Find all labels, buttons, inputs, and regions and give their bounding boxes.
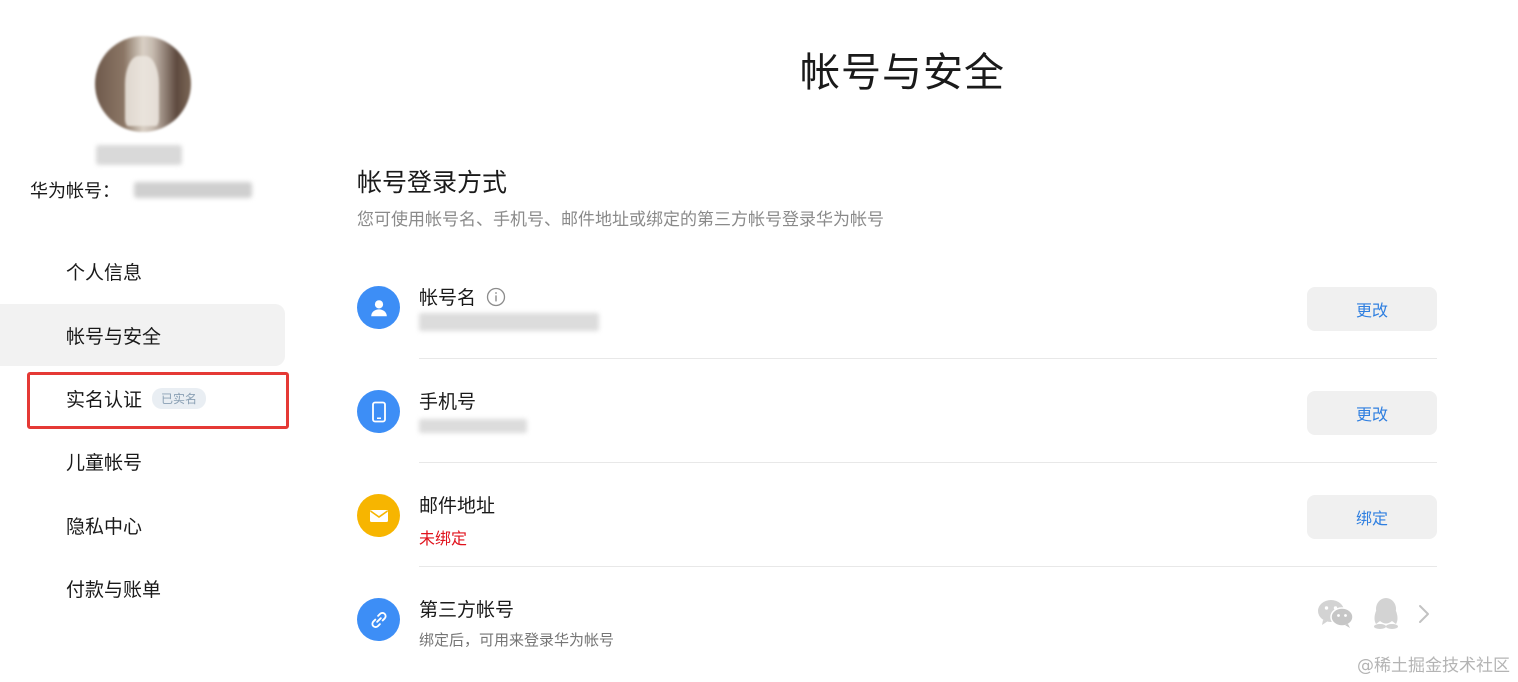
- avatar[interactable]: [95, 36, 191, 132]
- row-title: 帐号名: [419, 283, 506, 310]
- sidebar-item-real-name-verification[interactable]: 实名认证 已实名: [0, 367, 285, 429]
- link-icon: [357, 598, 400, 641]
- sidebar-item-payment-billing[interactable]: 付款与账单: [0, 557, 285, 619]
- sidebar-item-label: 个人信息: [66, 261, 143, 284]
- row-title: 手机号: [419, 387, 476, 414]
- email-unbound-status: 未绑定: [419, 529, 468, 548]
- sidebar-item-label: 儿童帐号: [66, 451, 143, 474]
- login-method-row-phone: 手机号 更改: [357, 359, 1437, 463]
- verified-badge: 已实名: [152, 387, 207, 409]
- change-phone-button[interactable]: 更改: [1307, 391, 1437, 435]
- bind-email-button[interactable]: 绑定: [1307, 495, 1437, 539]
- login-method-row-third-party[interactable]: 第三方帐号 绑定后，可用来登录华为帐号: [357, 567, 1437, 671]
- row-title: 第三方帐号: [419, 595, 514, 622]
- sidebar-item-label: 帐号与安全: [66, 325, 162, 348]
- account-id-redacted: [134, 182, 252, 198]
- page-title: 帐号与安全: [800, 50, 1005, 96]
- row-title-text: 邮件地址: [419, 495, 496, 517]
- sidebar-item-label: 实名认证: [66, 388, 143, 411]
- nickname-redacted: [96, 145, 182, 165]
- qq-icon[interactable]: [1371, 597, 1401, 635]
- sidebar-item-label: 隐私中心: [66, 515, 143, 538]
- third-party-description: 绑定后，可用来登录华为帐号: [419, 631, 615, 649]
- login-method-row-account-name: 帐号名 更改: [357, 255, 1437, 359]
- login-method-row-email: 邮件地址 未绑定 绑定: [357, 463, 1437, 567]
- row-title: 邮件地址: [419, 491, 495, 518]
- main-content: 帐号与安全 帐号登录方式 您可使用帐号名、手机号、邮件地址或绑定的第三方帐号登录…: [340, 0, 1490, 682]
- phone-number-redacted: [419, 419, 527, 433]
- sidebar-item-privacy-center[interactable]: 隐私中心: [0, 494, 285, 556]
- account-id-label: 华为帐号：: [30, 181, 120, 202]
- account-security-page: 华为帐号： 个人信息 帐号与安全 实名认证 已实名 儿童帐号 隐私中心 付款与账…: [0, 0, 1518, 682]
- row-title-text: 手机号: [419, 391, 477, 413]
- sidebar-item-personal-info[interactable]: 个人信息: [0, 240, 285, 302]
- row-title-text: 第三方帐号: [419, 599, 515, 621]
- third-party-icons: [1317, 597, 1431, 635]
- phone-icon: [357, 390, 400, 433]
- mail-icon: [357, 494, 400, 537]
- account-id-row: 华为帐号：: [30, 178, 252, 202]
- info-icon[interactable]: [486, 287, 506, 307]
- chevron-right-icon[interactable]: [1417, 602, 1431, 630]
- section-description: 您可使用帐号名、手机号、邮件地址或绑定的第三方帐号登录华为帐号: [357, 210, 884, 230]
- user-icon: [357, 286, 400, 329]
- sidebar-item-account-security[interactable]: 帐号与安全: [0, 304, 285, 366]
- sidebar-item-child-account[interactable]: 儿童帐号: [0, 430, 285, 492]
- change-account-name-button[interactable]: 更改: [1307, 287, 1437, 331]
- sidebar: 华为帐号： 个人信息 帐号与安全 实名认证 已实名 儿童帐号 隐私中心 付款与账…: [0, 0, 300, 682]
- wechat-icon[interactable]: [1317, 598, 1355, 634]
- section-title: 帐号登录方式: [357, 168, 508, 197]
- row-title-text: 帐号名: [419, 287, 477, 309]
- sidebar-item-label: 付款与账单: [66, 578, 162, 601]
- account-name-redacted: [419, 313, 599, 331]
- watermark: @稀土掘金技术社区: [1357, 656, 1510, 676]
